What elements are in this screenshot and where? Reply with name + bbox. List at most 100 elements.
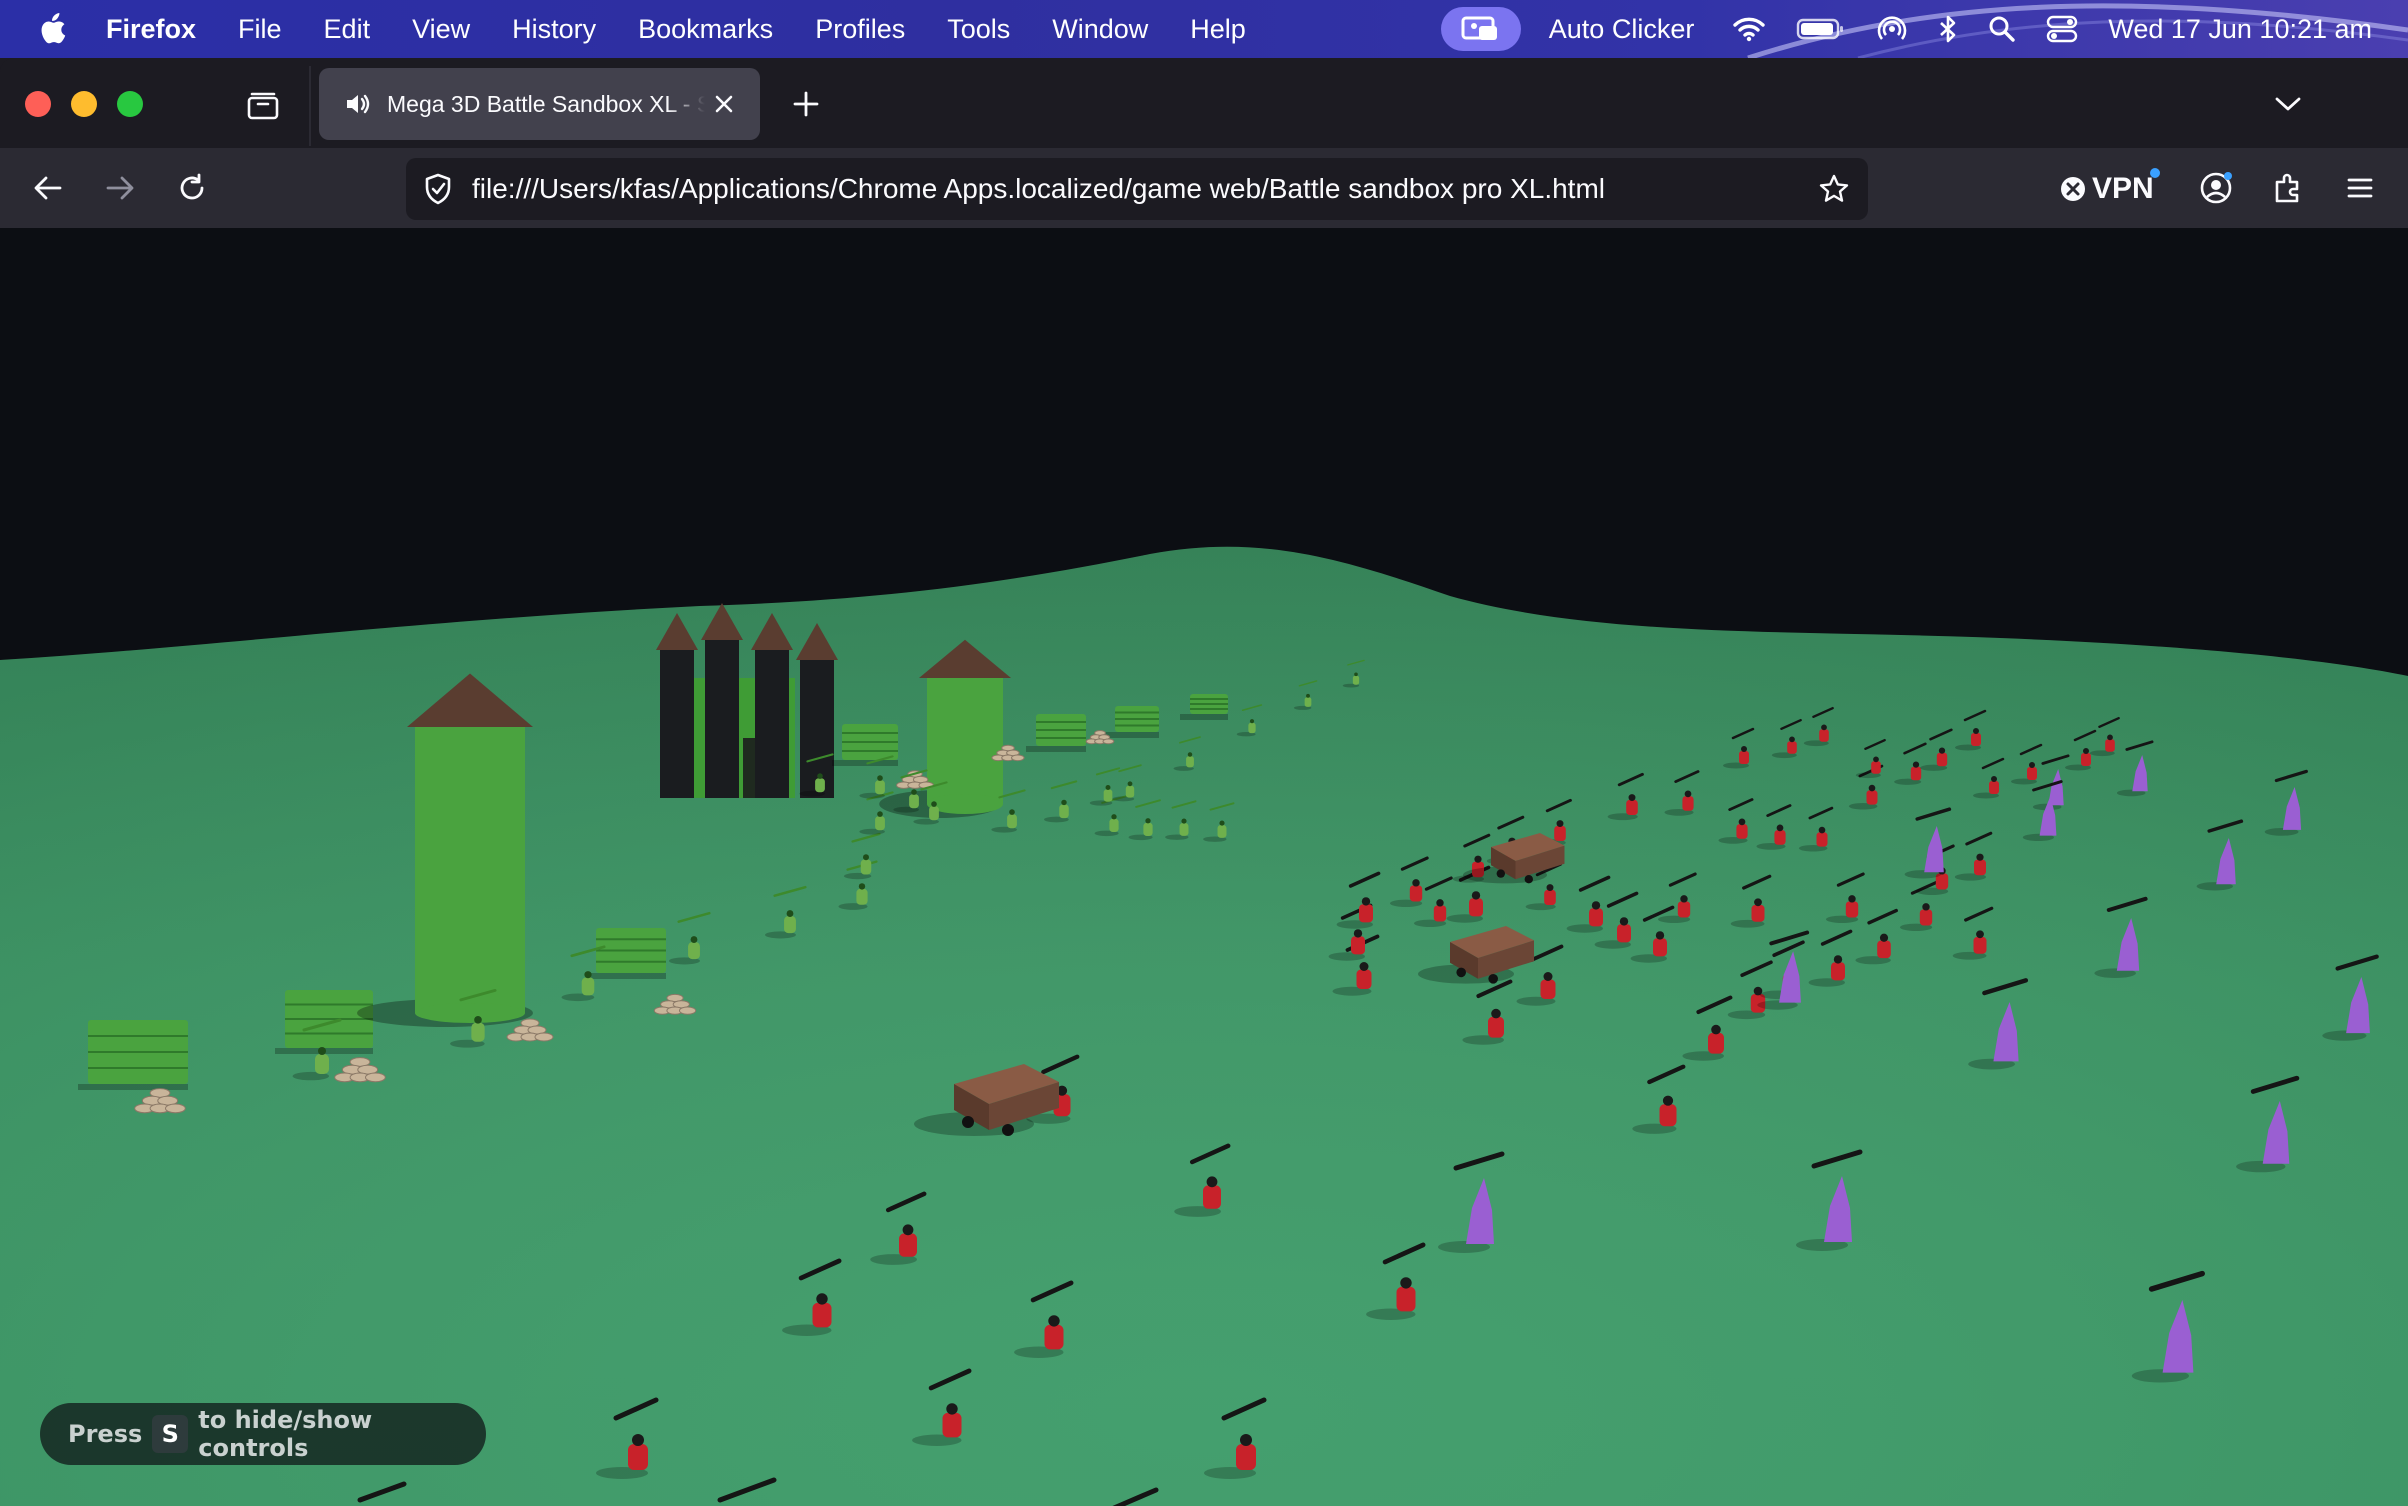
menu-window[interactable]: Window: [1052, 14, 1148, 45]
menu-bar-clock[interactable]: Wed 17 Jun 10:21 am: [2108, 14, 2372, 45]
account-icon[interactable]: [2192, 164, 2240, 212]
game-viewport[interactable]: Press S to hide/show controls: [0, 228, 2408, 1506]
wifi-icon[interactable]: [1732, 16, 1766, 42]
red-soldier-body: [1409, 885, 1423, 902]
red-soldier-head: [2029, 762, 2035, 768]
green-archer-body: [315, 1054, 329, 1074]
auto-clicker-label[interactable]: Auto Clicker: [1549, 14, 1695, 45]
red-soldier-body: [1488, 1016, 1504, 1038]
green-archer-body: [1103, 789, 1113, 802]
menu-file[interactable]: File: [238, 14, 282, 45]
hamburger-menu-icon[interactable]: [2336, 164, 2384, 212]
hint-suffix: to hide/show controls: [198, 1406, 373, 1462]
controls-hint-pill: Press S to hide/show controls: [40, 1403, 486, 1465]
menu-view[interactable]: View: [412, 14, 470, 45]
siege-cart-wheel: [962, 1116, 974, 1128]
hay-bale-shadow: [78, 1084, 188, 1090]
red-soldier-head: [1741, 746, 1747, 752]
sandbag-pile: [1011, 754, 1025, 762]
spotlight-search-icon[interactable]: [1988, 15, 2016, 43]
battery-icon[interactable]: [1796, 17, 1846, 41]
vpn-label: VPN: [2092, 172, 2154, 205]
red-soldier-head: [1546, 884, 1554, 892]
menu-profiles[interactable]: Profiles: [815, 14, 905, 45]
menu-bookmarks[interactable]: Bookmarks: [638, 14, 773, 45]
siege-cart-wheel: [1496, 869, 1506, 878]
extensions-puzzle-icon[interactable]: [2264, 164, 2312, 212]
sandbag-pile: [1102, 738, 1115, 745]
green-archer-head: [877, 775, 883, 781]
menu-tools[interactable]: Tools: [947, 14, 1010, 45]
menu-help[interactable]: Help: [1190, 14, 1246, 45]
red-soldier-body: [1989, 781, 1999, 794]
close-window-button[interactable]: [25, 91, 51, 117]
bluetooth-icon[interactable]: [1938, 14, 1958, 44]
audio-playing-icon[interactable]: [345, 92, 375, 116]
red-soldier-head: [1353, 929, 1363, 938]
red-soldier-head: [1776, 824, 1784, 832]
green-archer-head: [1061, 799, 1067, 806]
red-soldier-head: [1848, 895, 1856, 903]
green-archer-head: [1219, 820, 1225, 826]
reload-icon[interactable]: [168, 164, 216, 212]
control-center-icon[interactable]: [2046, 14, 2078, 44]
red-soldier-head: [1738, 818, 1746, 826]
vpn-button[interactable]: VPN: [2060, 168, 2160, 210]
green-archer-body: [909, 794, 919, 809]
green-archer-body: [860, 859, 872, 875]
red-soldier-body: [1936, 752, 1948, 767]
red-soldier-body: [1831, 962, 1845, 981]
battle-3d-canvas[interactable]: [0, 228, 2408, 1506]
red-soldier-body: [1653, 938, 1667, 957]
tab-battle-sandbox[interactable]: Mega 3D Battle Sandbox XL - Sandbox: [319, 68, 760, 140]
url-text[interactable]: file:///Users/kfas/Applications/Chrome A…: [472, 173, 1814, 205]
green-archer-body: [581, 977, 595, 996]
red-soldier-head: [1400, 1277, 1412, 1289]
menu-history[interactable]: History: [512, 14, 596, 45]
red-soldier-body: [1351, 936, 1365, 955]
red-soldier-body: [2105, 739, 2115, 752]
airdrop-icon[interactable]: [1876, 13, 1908, 45]
menu-edit[interactable]: Edit: [324, 14, 371, 45]
address-bar[interactable]: file:///Users/kfas/Applications/Chrome A…: [406, 158, 1868, 220]
new-tab-icon[interactable]: [786, 84, 826, 124]
green-archer-head: [584, 971, 592, 979]
sandbag-pile: [165, 1103, 186, 1114]
apple-logo-icon[interactable]: [38, 12, 68, 46]
menu-app-name[interactable]: Firefox: [106, 14, 196, 45]
red-soldier-head: [1556, 820, 1564, 828]
red-soldier-head: [1628, 794, 1636, 802]
red-soldier-head: [1818, 826, 1826, 834]
list-all-tabs-chevron-down-icon[interactable]: [2268, 84, 2308, 124]
siege-cart-wheel: [1456, 967, 1466, 978]
castle-tower: [800, 658, 834, 798]
green-archer-head: [1009, 809, 1015, 815]
close-tab-icon[interactable]: [709, 94, 739, 114]
red-soldier-head: [1973, 728, 1979, 734]
green-archer-head: [318, 1047, 326, 1055]
green-archer-body: [875, 780, 885, 795]
green-archer-body: [1007, 814, 1017, 829]
hay-bale-shadow: [1105, 732, 1159, 738]
bookmark-star-icon[interactable]: [1814, 173, 1854, 205]
hay-bale-shadow: [1026, 746, 1086, 752]
vpn-off-icon: [2061, 177, 2085, 201]
screen-share-icon[interactable]: [1440, 7, 1521, 51]
red-soldier-body: [1044, 1324, 1064, 1350]
minimize-window-button[interactable]: [71, 91, 97, 117]
back-arrow-icon[interactable]: [24, 164, 72, 212]
green-archer-body: [1248, 722, 1256, 734]
tracking-protection-shield-icon[interactable]: [420, 173, 456, 205]
zoom-window-button[interactable]: [117, 91, 143, 117]
green-archer-body: [856, 888, 868, 905]
red-soldier-body: [942, 1412, 962, 1438]
firefox-window: Mega 3D Battle Sandbox XL - Sandbox file…: [0, 58, 2408, 1506]
red-soldier-head: [1619, 917, 1629, 926]
forward-arrow-icon[interactable]: [96, 164, 144, 212]
red-soldier-head: [1361, 897, 1371, 906]
firefox-view-icon[interactable]: [240, 82, 286, 128]
red-soldier-body: [1845, 901, 1859, 918]
red-soldier-body: [1356, 969, 1372, 989]
red-soldier-body: [1736, 824, 1748, 839]
sandbag-pile: [679, 1006, 697, 1015]
